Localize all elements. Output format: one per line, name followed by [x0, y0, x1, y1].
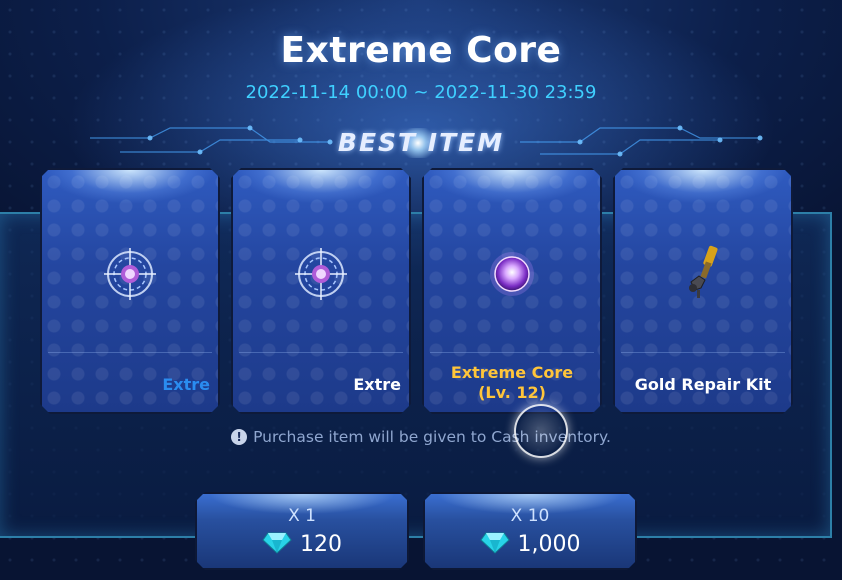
repair-kit-icon	[673, 244, 733, 304]
item-name: Gold Repair Kit	[634, 375, 772, 394]
best-item-heading: BEST ITEM	[337, 128, 505, 157]
diamond-gem-icon	[480, 532, 510, 554]
diamond-gem-icon	[262, 532, 292, 554]
buy-x1-button[interactable]: X 1 120	[195, 492, 409, 570]
card-divider	[621, 352, 785, 353]
touch-cursor-indicator	[514, 404, 568, 458]
price-row: 120	[197, 532, 407, 557]
item-name: Extreme Core (Lv. 12)	[450, 363, 574, 402]
item-name: Extre	[353, 375, 401, 394]
buy-x10-button[interactable]: X 10 1,000	[423, 492, 637, 570]
card-divider	[430, 352, 594, 353]
item-card-1[interactable]: Extre	[40, 168, 220, 414]
purple-orb-icon	[482, 244, 542, 304]
item-card-2[interactable]: Extre	[231, 168, 411, 414]
card-divider	[48, 352, 212, 353]
quantity-label: X 1	[288, 506, 316, 526]
core-emblem-icon	[291, 244, 351, 304]
item-card-4[interactable]: Gold Repair Kit	[613, 168, 793, 414]
purchase-notice: ! Purchase item will be given to Cash inv…	[0, 428, 842, 446]
quantity-label: X 10	[510, 506, 550, 526]
circuit-decoration	[90, 125, 763, 157]
event-title: Extreme Core	[280, 30, 562, 71]
price-row: 1,000	[425, 532, 635, 557]
item-card-3[interactable]: Extreme Core (Lv. 12)	[422, 168, 602, 414]
price-value: 1,000	[517, 532, 581, 557]
price-value: 120	[300, 532, 342, 557]
card-divider	[239, 352, 403, 353]
info-icon: !	[231, 429, 248, 445]
event-period: 2022-11-14 00:00 ~ 2022-11-30 23:59	[245, 82, 597, 103]
core-emblem-icon	[100, 244, 160, 304]
item-name: Extre	[162, 375, 210, 394]
